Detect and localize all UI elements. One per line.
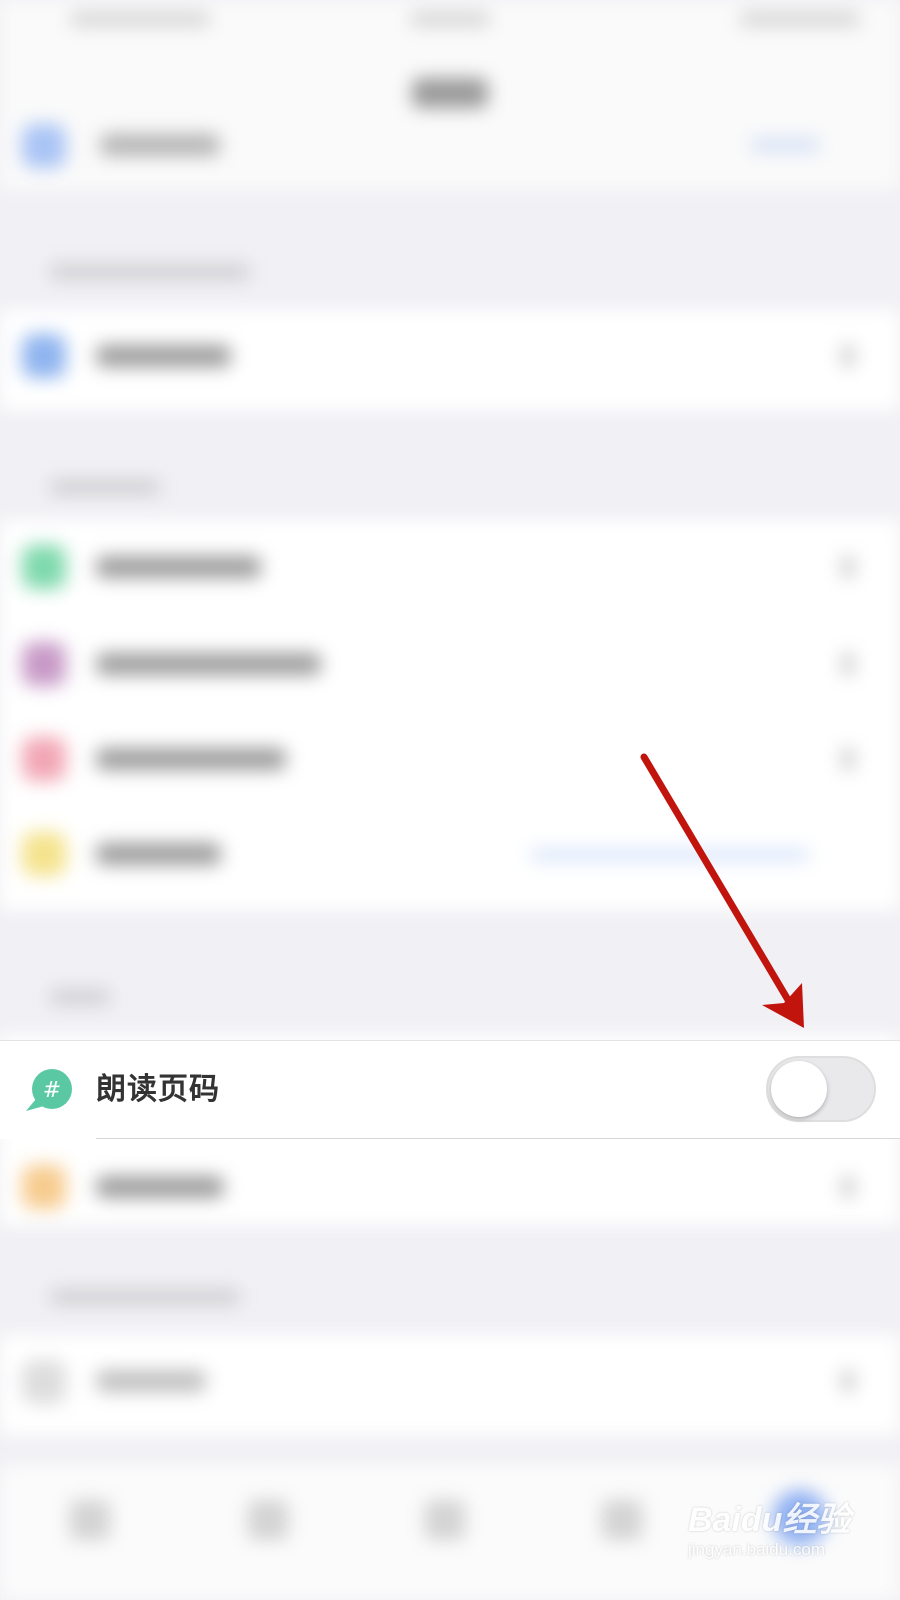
tab-4 (602, 1500, 642, 1540)
section-header-2 (50, 480, 160, 494)
nav-title (412, 78, 488, 108)
group-2-chevron-2 (842, 653, 854, 675)
group-2-value-4 (530, 848, 810, 862)
group-4-icon (22, 1360, 66, 1404)
toggle-knob[interactable] (771, 1061, 827, 1117)
group-2-icon-3 (22, 737, 66, 781)
account-value (750, 138, 820, 152)
group-2-label-1 (96, 556, 261, 578)
tab-1 (70, 1500, 110, 1540)
group-2-label-3 (96, 748, 286, 770)
group-2-icon-1 (22, 545, 66, 589)
tab-2 (248, 1500, 288, 1540)
group-3-chevron-2 (842, 1176, 854, 1198)
group-4-chevron (842, 1370, 854, 1392)
section-header-1 (50, 265, 250, 279)
group-1-label (96, 345, 231, 367)
svg-text:#: # (43, 1078, 61, 1103)
row-divider (96, 1138, 900, 1139)
read-page-number-toggle[interactable] (766, 1056, 876, 1122)
group-2-label-4 (96, 843, 221, 865)
group-3-label-2 (96, 1176, 224, 1198)
read-page-number-label: 朗读页码 (96, 1072, 220, 1107)
section-header-4 (50, 1290, 240, 1304)
status-center (410, 12, 490, 26)
account-icon (22, 124, 66, 168)
watermark-url: jingyan.baidu.com (688, 1540, 826, 1559)
group-2-chevron-3 (842, 748, 854, 770)
status-right (740, 12, 860, 26)
blurred-background (0, 0, 900, 1600)
group-3-icon-2 (22, 1165, 66, 1209)
group-2-chevron-1 (842, 556, 854, 578)
tab-3 (425, 1500, 465, 1540)
group-2-icon-2 (22, 642, 66, 686)
section-header-3 (50, 990, 110, 1004)
watermark-brand: Baidu经验 (688, 1501, 851, 1539)
read-page-number-row: # 朗读页码 (0, 1040, 900, 1139)
group-1-chevron (842, 345, 854, 367)
group-1-icon (22, 334, 66, 378)
account-label (100, 134, 220, 156)
baidu-jingyan-watermark: Baidu经验 jingyan.baidu.com (688, 1500, 888, 1580)
group-4-label (96, 1370, 206, 1392)
group-2-label-2 (96, 653, 321, 675)
group-2-icon-4 (22, 832, 66, 876)
hash-speech-bubble-icon: # (24, 1067, 74, 1113)
status-left (70, 12, 210, 26)
